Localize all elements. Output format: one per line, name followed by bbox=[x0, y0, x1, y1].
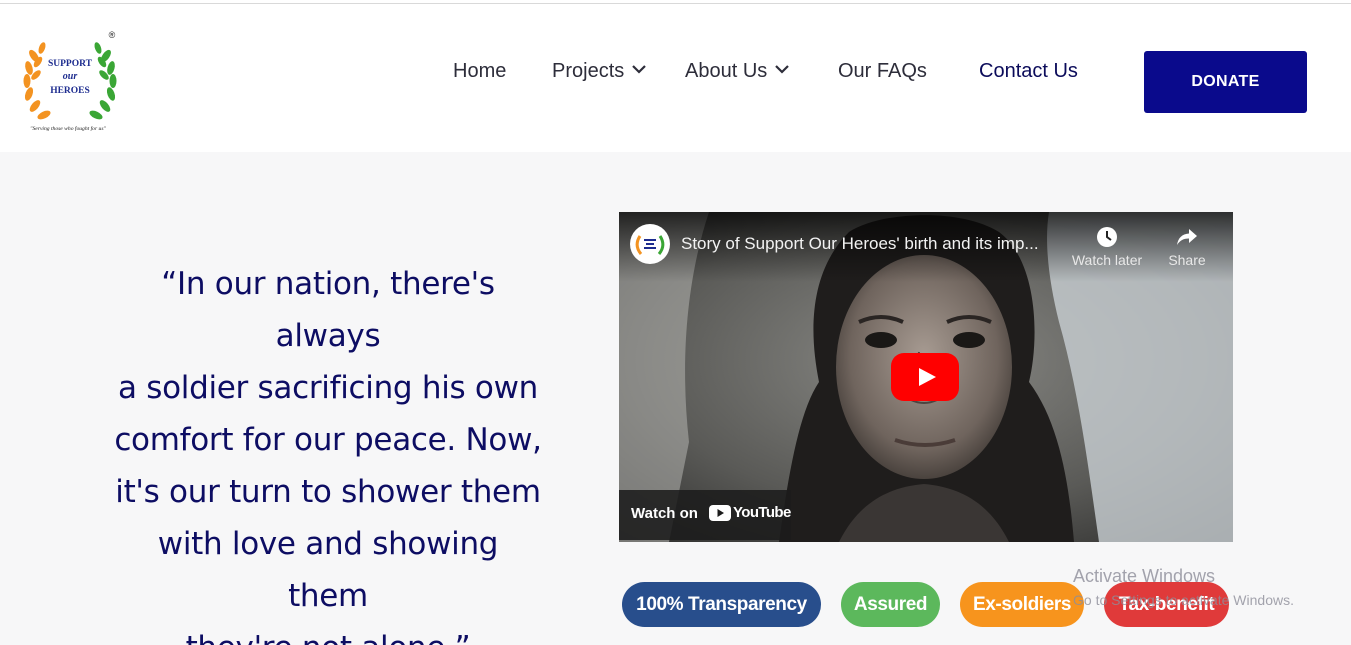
quote-line: “In our nation, there's always bbox=[161, 266, 495, 354]
watch-on-label: Watch on bbox=[631, 505, 698, 522]
video-title[interactable]: Story of Support Our Heroes' birth and i… bbox=[681, 234, 1039, 254]
chevron-down-icon bbox=[632, 65, 647, 74]
logo-line3: HEROES bbox=[50, 86, 90, 96]
quote-line: it's our turn to shower them bbox=[115, 474, 541, 510]
share-label: Share bbox=[1168, 252, 1206, 268]
nav-contact-us[interactable]: Contact Us bbox=[979, 60, 1078, 83]
activate-windows-title: Activate Windows bbox=[1073, 566, 1216, 586]
channel-logo-icon bbox=[631, 225, 669, 263]
badge-assured: Assured bbox=[841, 582, 940, 627]
donate-button[interactable]: DONATE bbox=[1144, 51, 1307, 113]
logo-line1: SUPPORT bbox=[48, 59, 93, 69]
youtube-wordmark: YouTube bbox=[733, 504, 791, 521]
hero-quote: “In our nation, there's always a soldier… bbox=[114, 258, 542, 645]
nav-projects[interactable]: Projects bbox=[552, 60, 647, 83]
clock-icon bbox=[1097, 227, 1117, 247]
nav-home-label: Home bbox=[453, 60, 507, 82]
activate-windows-subtitle: Go to Settings to activate Windows. bbox=[1073, 592, 1294, 608]
quote-line: a soldier sacrificing his own bbox=[118, 370, 538, 406]
play-icon[interactable] bbox=[891, 353, 959, 401]
watch-later-button[interactable]: Watch later bbox=[1067, 226, 1147, 268]
nav-contact-us-label: Contact Us bbox=[979, 60, 1078, 82]
quote-line: with love and showing them bbox=[157, 526, 499, 614]
share-button[interactable]: Share bbox=[1147, 226, 1227, 268]
registered-mark: ® bbox=[109, 30, 116, 40]
youtube-logo-icon bbox=[709, 505, 731, 521]
badge-assured-label: Assured bbox=[853, 594, 928, 615]
logo-tagline: "Serving those who fought for us" bbox=[30, 125, 106, 132]
badge-transparency: 100% Transparency bbox=[622, 582, 821, 627]
logo-line2: our bbox=[63, 71, 78, 82]
badge-ex-soldiers: Ex-soldiers bbox=[960, 582, 1084, 627]
badge-transparency-label: 100% Transparency bbox=[636, 594, 807, 615]
nav-projects-label: Projects bbox=[552, 60, 625, 82]
channel-avatar[interactable] bbox=[630, 224, 670, 264]
share-arrow-icon bbox=[1177, 229, 1197, 245]
nav-our-faqs-label: Our FAQs bbox=[838, 60, 927, 82]
watch-later-label: Watch later bbox=[1071, 252, 1143, 268]
nav-about-us-label: About Us bbox=[685, 60, 768, 82]
site-header: SUPPORT our HEROES "Serving those who fo… bbox=[0, 4, 1351, 152]
site-logo[interactable]: SUPPORT our HEROES "Serving those who fo… bbox=[20, 28, 120, 132]
nav-our-faqs[interactable]: Our FAQs bbox=[838, 60, 927, 83]
laurel-wreath-logo: SUPPORT our HEROES "Serving those who fo… bbox=[23, 30, 117, 132]
nav-about-us[interactable]: About Us bbox=[685, 60, 790, 83]
watch-on-youtube-button[interactable]: Watch on YouTube bbox=[619, 490, 791, 540]
nav-home[interactable]: Home bbox=[453, 60, 506, 83]
quote-line: comfort for our peace. Now, bbox=[114, 422, 542, 458]
youtube-embed[interactable]: Story of Support Our Heroes' birth and i… bbox=[619, 212, 1233, 542]
chevron-down-icon bbox=[775, 65, 790, 74]
badge-ex-soldiers-label: Ex-soldiers bbox=[972, 594, 1072, 615]
quote-line: they're not alone.” bbox=[114, 622, 542, 645]
